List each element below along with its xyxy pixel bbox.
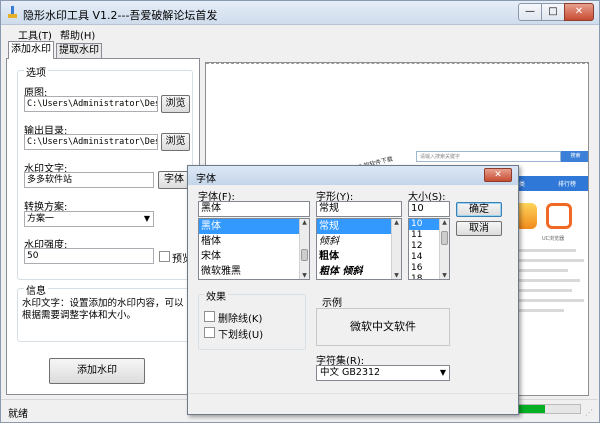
font-style-list[interactable]: 常规 倾斜 粗体 粗体 倾斜 ▲ ▼ (316, 218, 402, 280)
scroll-up-icon[interactable]: ▲ (392, 219, 401, 226)
minimize-button[interactable]: — (518, 3, 542, 21)
add-watermark-button[interactable]: 添加水印 (49, 358, 145, 384)
font-dialog-title-bar[interactable]: 字体 ✕ (188, 166, 518, 185)
font-dialog: 字体 ✕ 字体(F): 黑体 黑体 楷体 宋体 微软雅黑 ▲ ▼ 字形(Y): … (187, 165, 519, 415)
status-text: 就绪 (8, 409, 28, 420)
preview-nav-item: 排行榜 (558, 181, 577, 188)
charset-value: 中文 GB2312 (320, 367, 381, 378)
font-dialog-title: 字体 (196, 174, 216, 185)
ok-button[interactable]: 确定 (456, 202, 502, 217)
font-style-input[interactable]: 常规 (316, 201, 402, 217)
strikeout-checkbox[interactable] (204, 311, 215, 322)
font-style-item[interactable]: 粗体 倾斜 (317, 264, 401, 279)
strikeout-label: 删除线(K) (218, 314, 263, 325)
effects-title: 效果 (204, 288, 228, 303)
chevron-down-icon: ▼ (143, 214, 150, 223)
watermark-text-input[interactable]: 多多软件站 (24, 172, 154, 188)
sample-preview: 微软中文软件 (316, 308, 450, 346)
charset-select[interactable]: 中文 GB2312 ▼ (316, 365, 450, 381)
font-style-item[interactable]: 常规 (317, 219, 401, 234)
font-style-item[interactable]: 倾斜 (317, 234, 401, 249)
font-family-item[interactable]: 微软雅黑 (199, 264, 309, 279)
browse-source-button[interactable]: 浏览 (161, 95, 190, 113)
menu-help[interactable]: 帮助(H) (60, 27, 95, 42)
info-text: 水印文字：设置添加的水印内容，可以根据需要调整字体和大小。 (22, 298, 184, 321)
scroll-up-icon[interactable]: ▲ (300, 219, 309, 226)
scroll-thumb[interactable] (441, 231, 448, 245)
font-family-item[interactable]: 黑体 (199, 219, 309, 234)
scroll-down-icon[interactable]: ▼ (440, 272, 449, 279)
font-button[interactable]: 字体 (158, 171, 190, 189)
font-dialog-close-button[interactable]: ✕ (484, 168, 512, 182)
maximize-button[interactable]: □ (541, 3, 565, 21)
scheme-value: 方案一 (27, 214, 55, 224)
preview-search-button: 搜索 (561, 151, 588, 162)
preview-search-box: 请输入搜索关键字 (416, 151, 561, 162)
close-button[interactable]: ✕ (564, 3, 594, 21)
font-size-list[interactable]: 10 11 12 14 16 18 20 ▲ ▼ (408, 218, 450, 280)
output-path-input[interactable]: C:\Users\Administrator\Desk (24, 134, 158, 150)
font-style-scrollbar[interactable]: ▲ ▼ (391, 219, 401, 279)
underline-label: 下划线(U) (218, 330, 264, 341)
font-family-input[interactable]: 黑体 (198, 201, 310, 217)
font-size-scrollbar[interactable]: ▲ ▼ (439, 219, 449, 279)
scroll-thumb[interactable] (301, 249, 308, 261)
scheme-select[interactable]: 方案一 ▼ (24, 211, 154, 227)
sample-title: 示例 (322, 298, 342, 309)
tab-extract-watermark[interactable]: 提取水印 (56, 43, 102, 59)
font-family-item[interactable]: 宋体 (199, 249, 309, 264)
font-style-item[interactable]: 粗体 (317, 249, 401, 264)
options-title: 选项 (24, 64, 48, 79)
menu-tools[interactable]: 工具(T) (18, 27, 52, 42)
scroll-down-icon[interactable]: ▼ (300, 272, 309, 279)
underline-checkbox[interactable] (204, 327, 215, 338)
source-path-input[interactable]: C:\Users\Administrator\Desk (24, 96, 158, 112)
font-size-input[interactable]: 10 (408, 201, 450, 217)
preview-app-caption: UC浏览器 (542, 236, 565, 242)
browse-output-button[interactable]: 浏览 (161, 133, 190, 151)
preview-app-icon (546, 203, 572, 229)
font-family-scrollbar[interactable]: ▲ ▼ (299, 219, 309, 279)
font-family-list[interactable]: 黑体 楷体 宋体 微软雅黑 ▲ ▼ (198, 218, 310, 280)
chevron-down-icon: ▼ (439, 368, 446, 377)
strength-input[interactable]: 50 (24, 248, 154, 264)
tab-add-watermark[interactable]: 添加水印 (8, 41, 54, 59)
dialog-divider (188, 393, 518, 394)
preview-divider (206, 63, 588, 64)
window-title: 隐形水印工具 V1.2---吾爱破解论坛首发 (23, 9, 218, 22)
cancel-button[interactable]: 取消 (456, 221, 502, 236)
info-title: 信息 (24, 282, 48, 297)
app-icon (8, 6, 17, 18)
menu-bar: 工具(T) 帮助(H) (2, 25, 598, 43)
scroll-up-icon[interactable]: ▲ (440, 219, 449, 226)
resize-grip-icon[interactable]: ⋰ (585, 408, 593, 417)
preview-checkbox[interactable] (159, 251, 170, 262)
font-family-item[interactable]: 楷体 (199, 234, 309, 249)
scroll-down-icon[interactable]: ▼ (392, 272, 401, 279)
title-bar[interactable]: 隐形水印工具 V1.2---吾爱破解论坛首发 — □ ✕ (1, 1, 599, 25)
